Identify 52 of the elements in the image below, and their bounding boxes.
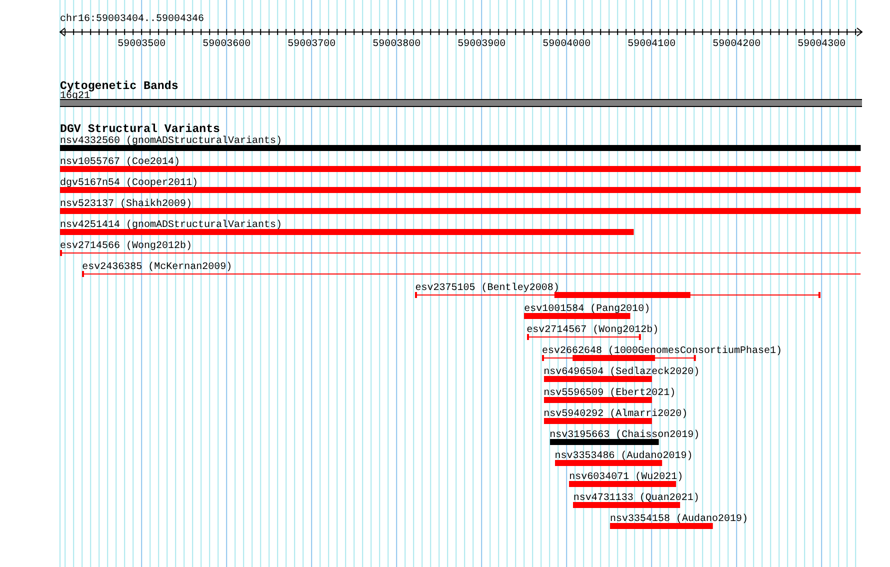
variant-label: esv2714567 (Wong2012b): [526, 325, 659, 337]
track-title: DGV Structural Variants: [60, 123, 220, 136]
variant-label: nsv4731133 (Quan2021): [573, 493, 700, 505]
cytoband-bar[interactable]: [60, 99, 862, 107]
coordinate-label: 59003700: [288, 39, 336, 51]
variant-label: dgv5167n54 (Cooper2011): [60, 178, 198, 190]
band-label: 16q21: [60, 91, 90, 103]
variant-label: nsv5596509 (Ebert2021): [544, 388, 676, 400]
coordinate-label: 59004200: [712, 39, 761, 51]
variant-bar[interactable]: [544, 397, 652, 403]
location-label: chr16:59003404..59004346: [60, 14, 204, 26]
variant-label: esv2662648 (1000GenomesConsortiumPhase1): [542, 346, 782, 358]
variant-bar[interactable]: [573, 502, 680, 508]
variant-bar[interactable]: [569, 481, 676, 487]
variant-label: nsv6496504 (Sedlazeck2020): [544, 367, 700, 379]
variant-bar[interactable]: [60, 208, 861, 214]
coordinate-label: 59003800: [372, 39, 421, 51]
variant-label: esv2375105 (Bentley2008): [415, 283, 560, 295]
variant-label: esv2436385 (McKernan2009): [82, 262, 232, 274]
variant-label: nsv4332560 (gnomADStructuralVariants): [60, 136, 282, 148]
variant-span[interactable]: [542, 355, 696, 361]
coordinate-label: 59004000: [542, 39, 591, 51]
variant-label: nsv4251414 (gnomADStructuralVariants): [60, 220, 282, 232]
variant-bar[interactable]: [550, 439, 658, 445]
variant-span[interactable]: [60, 250, 861, 256]
variant-span[interactable]: [82, 271, 861, 277]
variant-label: esv1001584 (Pang2010): [524, 304, 650, 316]
coordinate-label: 59003600: [202, 39, 251, 51]
coordinate-label: 59004300: [798, 39, 846, 51]
variant-bar[interactable]: [544, 376, 652, 382]
variant-bar[interactable]: [554, 460, 662, 466]
variant-label: nsv1055767 (Coe2014): [60, 157, 180, 169]
coordinate-label: 59003500: [118, 39, 166, 51]
variant-bar[interactable]: [60, 166, 861, 172]
variant-bar[interactable]: [60, 145, 861, 151]
variant-bar[interactable]: [610, 523, 713, 529]
coordinate-label: 59003900: [458, 39, 506, 51]
variant-label: nsv3353486 (Audano2019): [554, 451, 693, 463]
variant-label: nsv6034071 (Wu2021): [569, 472, 684, 484]
variant-bar[interactable]: [544, 418, 652, 424]
variant-label: nsv3195663 (Chaisson2019): [550, 430, 700, 442]
variant-bar[interactable]: [60, 229, 634, 235]
variant-label: nsv5940292 (Almarri2020): [544, 409, 688, 421]
variant-span[interactable]: [526, 334, 641, 340]
variant-label: nsv3354158 (Audano2019): [610, 514, 748, 526]
variant-label: nsv523137 (Shaikh2009): [60, 199, 192, 211]
variant-label: esv2714566 (Wong2012b): [60, 241, 192, 253]
variant-bar[interactable]: [60, 187, 861, 193]
coordinate-label: 59004100: [628, 39, 676, 51]
track-title: Cytogenetic Bands: [60, 80, 178, 93]
variant-bar[interactable]: [524, 313, 630, 319]
variant-span[interactable]: [415, 292, 821, 298]
